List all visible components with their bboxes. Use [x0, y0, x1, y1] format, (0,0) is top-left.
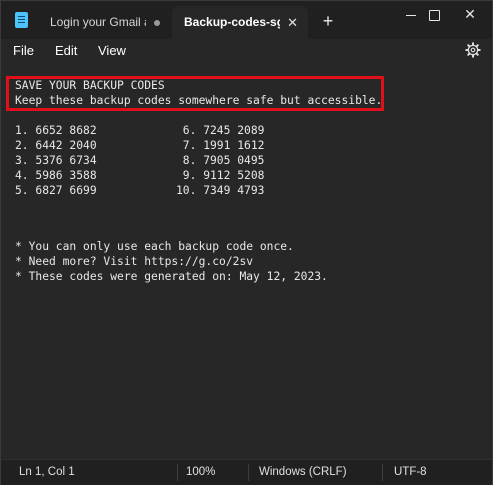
new-tab-button[interactable]: +: [317, 10, 339, 32]
encoding[interactable]: UTF-8: [394, 466, 427, 478]
divider: [177, 464, 178, 481]
tab-backup-codes[interactable]: Backup-codes-sgno ✕: [172, 6, 308, 39]
backup-code: 9. 9112 5208: [176, 169, 265, 182]
backup-code: 1. 6652 8682: [15, 124, 97, 137]
unsaved-dot-icon: [154, 20, 160, 26]
close-tab-icon[interactable]: ✕: [287, 6, 298, 39]
notepad-window: Login your Gmail acc Backup-codes-sgno ✕…: [0, 0, 493, 485]
divider: [248, 464, 249, 481]
cursor-position[interactable]: Ln 1, Col 1: [19, 466, 75, 478]
tab-label: Login your Gmail acc: [50, 15, 146, 29]
menu-bar: File Edit View: [1, 39, 492, 63]
document-heading: SAVE YOUR BACKUP CODES: [15, 79, 165, 92]
note-line: * You can only use each backup code once…: [15, 240, 294, 253]
backup-code: 6. 7245 2089: [176, 124, 265, 137]
notes-list: * You can only use each backup code once…: [15, 239, 328, 284]
divider: [382, 464, 383, 481]
backup-code: 4. 5986 3588: [15, 169, 97, 182]
backup-code: 10. 7349 4793: [176, 184, 265, 197]
backup-code: 3. 5376 6734: [15, 154, 97, 167]
line-ending[interactable]: Windows (CRLF): [259, 466, 347, 478]
menu-file[interactable]: File: [13, 42, 34, 60]
note-line: * Need more? Visit https://g.co/2sv: [15, 255, 254, 268]
backup-code: 5. 6827 6699: [15, 184, 97, 197]
backup-code: 8. 7905 0495: [176, 154, 265, 167]
status-bar: Ln 1, Col 1 100% Windows (CRLF) UTF-8: [1, 459, 492, 485]
title-bar: Login your Gmail acc Backup-codes-sgno ✕…: [1, 1, 492, 39]
backup-code: 7. 1991 1612: [176, 139, 265, 152]
backup-code: 2. 6442 2040: [15, 139, 97, 152]
note-line: * These codes were generated on: May 12,…: [15, 270, 328, 283]
settings-gear-icon[interactable]: [464, 41, 482, 59]
menu-edit[interactable]: Edit: [55, 42, 77, 60]
close-window-button[interactable]: ✕: [447, 1, 493, 29]
notepad-icon: [15, 12, 28, 28]
tab-label: Backup-codes-sgno: [184, 15, 280, 29]
document-subheading: Keep these backup codes somewhere safe b…: [15, 94, 383, 107]
zoom-level[interactable]: 100%: [186, 466, 215, 478]
maximize-icon: [428, 9, 440, 21]
tab-gmail-login[interactable]: Login your Gmail acc: [38, 6, 170, 39]
menu-view[interactable]: View: [98, 42, 126, 60]
text-editor-area[interactable]: SAVE YOUR BACKUP CODES Keep these backup…: [1, 63, 492, 459]
